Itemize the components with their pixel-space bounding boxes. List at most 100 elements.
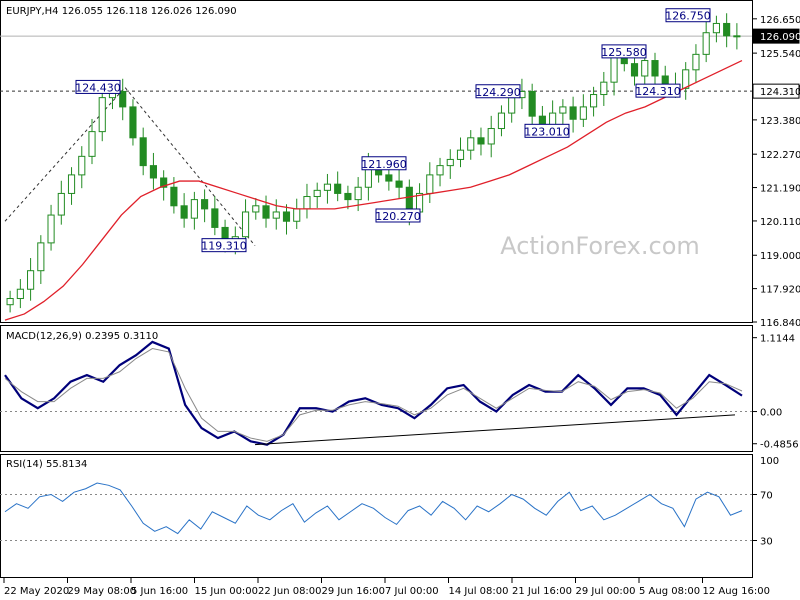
candle-body bbox=[293, 208, 301, 222]
candle-body bbox=[579, 106, 587, 120]
candle-body bbox=[98, 97, 106, 133]
candle-body bbox=[559, 106, 567, 114]
price-annotation-label: 124.430 bbox=[75, 81, 121, 94]
candle-body bbox=[630, 63, 639, 77]
candle-body bbox=[149, 165, 157, 179]
x-axis: 22 May 202029 May 08:005 Jun 16:00 15 Jun… bbox=[3, 578, 770, 597]
x-tick-label: 14 Jul 08:00 bbox=[449, 586, 509, 597]
candle-body bbox=[282, 211, 291, 222]
candle-body bbox=[692, 53, 700, 71]
candle-body bbox=[88, 131, 96, 157]
candle-body bbox=[139, 137, 147, 167]
candle-body bbox=[262, 205, 270, 219]
macd-ytick-label: 1.1144 bbox=[760, 334, 795, 345]
candle-body bbox=[180, 205, 188, 219]
candle-body bbox=[252, 205, 260, 213]
price-annotation-label: 126.750 bbox=[665, 10, 711, 23]
candle-body bbox=[201, 199, 209, 210]
candle-body bbox=[497, 112, 506, 130]
price-annotation-label: 124.310 bbox=[635, 85, 681, 98]
candle-body bbox=[487, 128, 495, 145]
price-title: EURJPY,H4 126.055 126.118 126.026 126.09… bbox=[6, 6, 237, 17]
eurjpy-chart: ActionForex.com EURJPY,H4 126.055 126.11… bbox=[0, 0, 800, 597]
candle-body bbox=[467, 137, 475, 151]
candle-body bbox=[405, 186, 413, 213]
candle-body bbox=[508, 97, 516, 114]
candle-body bbox=[344, 192, 352, 201]
x-tick-label: 22 May 2020 bbox=[4, 586, 69, 597]
rsi-panel bbox=[0, 454, 753, 578]
candle-body bbox=[303, 196, 311, 210]
price-annotation-label: 120.270 bbox=[375, 210, 421, 223]
candle-body bbox=[733, 35, 741, 38]
watermark: ActionForex.com bbox=[500, 232, 700, 260]
macd-title: MACD(12,26,9) 0.2395 0.3110 bbox=[6, 331, 158, 342]
macd-ytick-label: 0.00 bbox=[760, 408, 782, 419]
candle-body bbox=[477, 137, 485, 145]
candle-body bbox=[651, 60, 659, 77]
rsi-ytick-label: 100 bbox=[760, 456, 779, 467]
price-annotation-label: 121.960 bbox=[361, 158, 407, 171]
x-tick-label: 15 Jun 00:00 bbox=[195, 586, 259, 597]
candle-body bbox=[16, 288, 24, 300]
rsi-ytick-label: 30 bbox=[760, 537, 773, 548]
candle-body bbox=[395, 180, 403, 188]
candle-body bbox=[67, 174, 76, 194]
candle-body bbox=[682, 69, 690, 89]
candle-body bbox=[723, 22, 731, 37]
candle-body bbox=[436, 165, 444, 176]
price-ytick-label: 117.920 bbox=[760, 285, 800, 296]
x-tick-label: 29 May 08:00 bbox=[68, 586, 137, 597]
candle-body bbox=[27, 270, 35, 290]
x-tick-label: 21 Jul 16:00 bbox=[512, 586, 572, 597]
candle-body bbox=[549, 112, 557, 126]
price-annotation-label: 125.580 bbox=[601, 46, 647, 59]
candle-body bbox=[456, 149, 465, 160]
candle-body bbox=[702, 32, 710, 55]
candle-body bbox=[313, 189, 321, 198]
price-ytick-label: 126.650 bbox=[760, 15, 800, 26]
candle-body bbox=[385, 174, 393, 182]
price-annotation-label: 124.290 bbox=[475, 86, 521, 99]
price-ytick-label: 119.000 bbox=[760, 251, 800, 262]
candle-body bbox=[590, 94, 598, 108]
candle-body bbox=[47, 214, 55, 244]
price-ytick-label: 120.110 bbox=[760, 217, 800, 228]
candle-body bbox=[354, 186, 362, 201]
price-annotation-label: 123.010 bbox=[524, 125, 570, 138]
price-ytick-label: 116.840 bbox=[760, 318, 800, 329]
price-ytick-label: 122.270 bbox=[760, 150, 800, 161]
x-tick-label: 5 Aug 08:00 bbox=[639, 586, 700, 597]
candle-body bbox=[78, 155, 86, 176]
candle-body bbox=[241, 211, 250, 238]
candle-body bbox=[426, 174, 434, 194]
price-annotation-label: 119.310 bbox=[201, 240, 247, 253]
candle-body bbox=[446, 158, 454, 167]
candle-body bbox=[57, 192, 65, 216]
price-ytick-label: 125.540 bbox=[760, 49, 800, 60]
candle-body bbox=[190, 199, 198, 219]
x-tick-label: 7 Jul 00:00 bbox=[385, 586, 439, 597]
rsi-ytick-label: 70 bbox=[760, 491, 773, 502]
x-tick-label: 29 Jul 00:00 bbox=[576, 586, 636, 597]
candle-body bbox=[129, 106, 137, 139]
price-badge-label: 126.090 bbox=[760, 32, 800, 43]
price-ytick-label: 123.380 bbox=[760, 116, 800, 127]
candle-body bbox=[211, 208, 219, 228]
candle-body bbox=[600, 81, 608, 96]
price-ytick-label: 121.190 bbox=[760, 184, 800, 195]
candle-body bbox=[569, 106, 577, 120]
price-badge-label: 124.310 bbox=[760, 87, 800, 98]
rsi-title: RSI(14) 55.8134 bbox=[6, 459, 87, 470]
candle-body bbox=[712, 22, 720, 34]
candle-body bbox=[272, 211, 280, 219]
candle-body bbox=[6, 298, 14, 306]
candle-body bbox=[323, 183, 332, 191]
x-tick-label: 22 Jun 08:00 bbox=[258, 586, 322, 597]
candle-body bbox=[37, 242, 45, 272]
x-tick-label: 29 Jun 16:00 bbox=[322, 586, 386, 597]
x-tick-label: 12 Aug 16:00 bbox=[703, 586, 770, 597]
candle-body bbox=[528, 90, 536, 117]
x-tick-label: 5 Jun 16:00 bbox=[131, 586, 188, 597]
candle-body bbox=[610, 56, 618, 83]
